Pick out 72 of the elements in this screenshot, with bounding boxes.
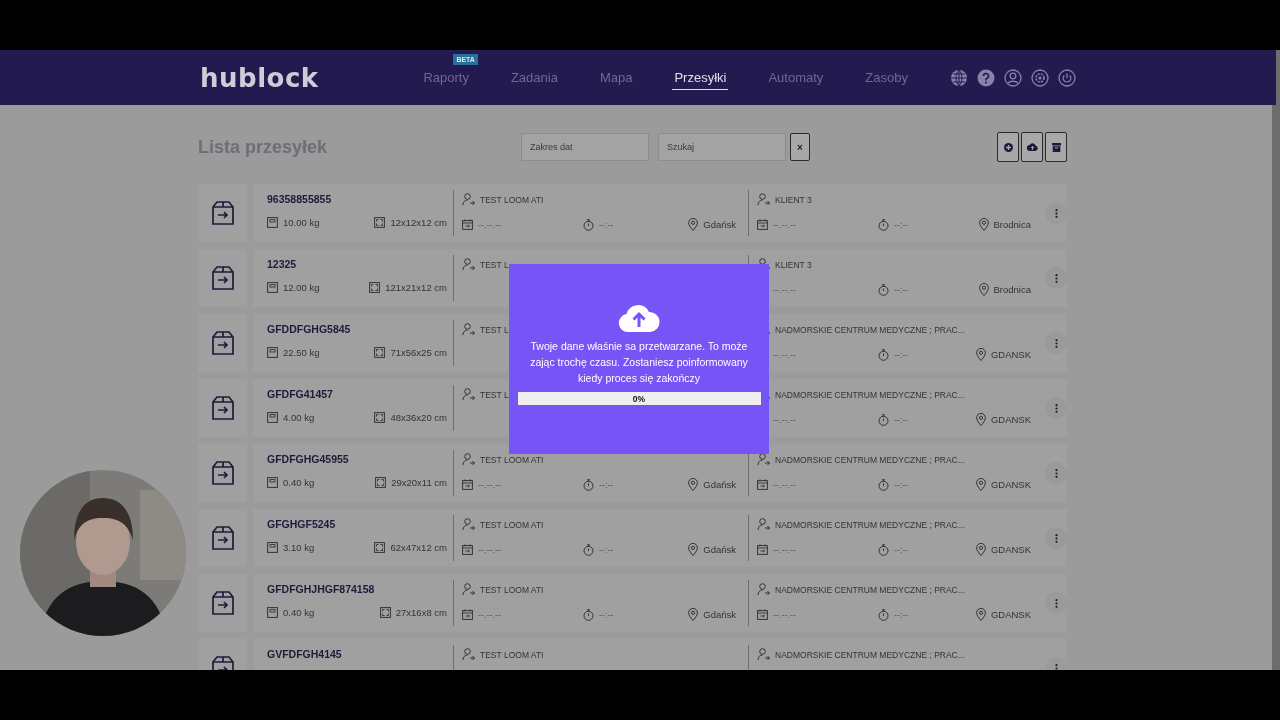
weight-text: 0.40 kg: [283, 607, 315, 618]
date-text: --.--.--: [773, 414, 796, 425]
city-text: GDANSK: [990, 349, 1031, 360]
city-text: GDANSK: [990, 414, 1031, 425]
party-name: TEST LOOM ATI: [480, 454, 544, 465]
party-name: TEST LOOM ATI: [480, 649, 544, 660]
party-name: TEST L: [480, 389, 509, 400]
time-text: --:--: [599, 609, 614, 620]
date-text: --.--.--: [773, 284, 796, 295]
shipment-number: GFGHGF5245: [267, 518, 337, 530]
time-text: --:--: [894, 609, 909, 620]
time-text: --:--: [599, 219, 614, 230]
shipment-number: GFDDFGHG5845: [267, 323, 352, 335]
weight-text: 4.00 kg: [283, 412, 315, 423]
weight-text: 12.00 kg: [283, 282, 320, 293]
dimensions-text: 12x12x12 cm: [390, 217, 447, 228]
dimensions-text: 71x56x25 cm: [390, 347, 447, 358]
city-text: Gdańsk: [703, 479, 736, 490]
time-text: --:--: [894, 479, 909, 490]
shipment-number: GFDFGHG45955: [267, 453, 350, 465]
time-text: --:--: [894, 414, 909, 425]
city-text: Gdańsk: [703, 219, 736, 230]
city-text: Gdańsk: [703, 544, 736, 555]
weight-text: 22.50 kg: [283, 347, 320, 358]
shipment-number: 12325: [267, 258, 298, 270]
party-name: TEST LOOM ATI: [480, 194, 544, 205]
city-text: Gdańsk: [703, 609, 736, 620]
shipment-number: GFDFG41457: [267, 388, 334, 400]
city-text: GDANSK: [990, 609, 1031, 620]
time-text: --:--: [894, 544, 909, 555]
party-name: NADMORSKIE CENTRUM MEDYCZNE ; PRAC...: [775, 519, 965, 530]
party-name: TEST LOOM ATI: [480, 519, 544, 530]
weight-text: 3.10 kg: [283, 542, 315, 553]
party-name: NADMORSKIE CENTRUM MEDYCZNE ; PRAC...: [775, 389, 965, 400]
time-text: --:--: [894, 219, 909, 230]
shipment-number: GVFDFGH4145: [267, 648, 343, 660]
dimensions-text: 29x20x11 cm: [391, 477, 447, 488]
date-text: --.--.--: [773, 544, 796, 555]
date-text: --.--.--: [773, 349, 796, 360]
dimensions-text: 48x36x20 cm: [390, 412, 447, 423]
time-text: --:--: [894, 349, 909, 360]
date-text: --.--.--: [773, 609, 796, 620]
party-name: NADMORSKIE CENTRUM MEDYCZNE ; PRAC...: [775, 584, 965, 595]
weight-text: 0.40 kg: [283, 477, 315, 488]
time-text: --:--: [599, 544, 614, 555]
city-text: Brodnica: [993, 219, 1031, 230]
date-text: --.--.--: [478, 479, 501, 490]
party-name: TEST L: [480, 324, 509, 335]
time-text: --:--: [599, 479, 614, 490]
shipment-number: GFDFGHJHGF874158: [267, 583, 376, 595]
party-name: KLIENT 3: [775, 194, 812, 205]
dimensions-text: 62x47x12 cm: [390, 542, 447, 553]
party-name: NADMORSKIE CENTRUM MEDYCZNE ; PRAC...: [775, 324, 965, 335]
dimensions-text: 27x16x8 cm: [395, 607, 447, 618]
party-name: NADMORSKIE CENTRUM MEDYCZNE ; PRAC...: [775, 454, 965, 465]
weight-text: 10.00 kg: [283, 217, 320, 228]
date-text: --.--.--: [478, 609, 501, 620]
party-name: TEST L: [480, 259, 509, 270]
progress-label: 0%: [632, 393, 646, 404]
city-text: Brodnica: [993, 284, 1031, 295]
date-text: --.--.--: [773, 479, 796, 490]
dimensions-text: 121x21x12 cm: [385, 282, 447, 293]
date-text: --.--.--: [478, 219, 501, 230]
party-name: KLIENT 3: [775, 259, 812, 270]
party-name: NADMORSKIE CENTRUM MEDYCZNE ; PRAC...: [775, 649, 965, 660]
shipment-number: 96358855855: [267, 193, 333, 205]
date-text: --.--.--: [478, 544, 501, 555]
party-name: TEST LOOM ATI: [480, 584, 544, 595]
city-text: GDANSK: [990, 544, 1031, 555]
date-text: --.--.--: [773, 219, 796, 230]
time-text: --:--: [894, 284, 909, 295]
city-text: GDANSK: [990, 479, 1031, 490]
